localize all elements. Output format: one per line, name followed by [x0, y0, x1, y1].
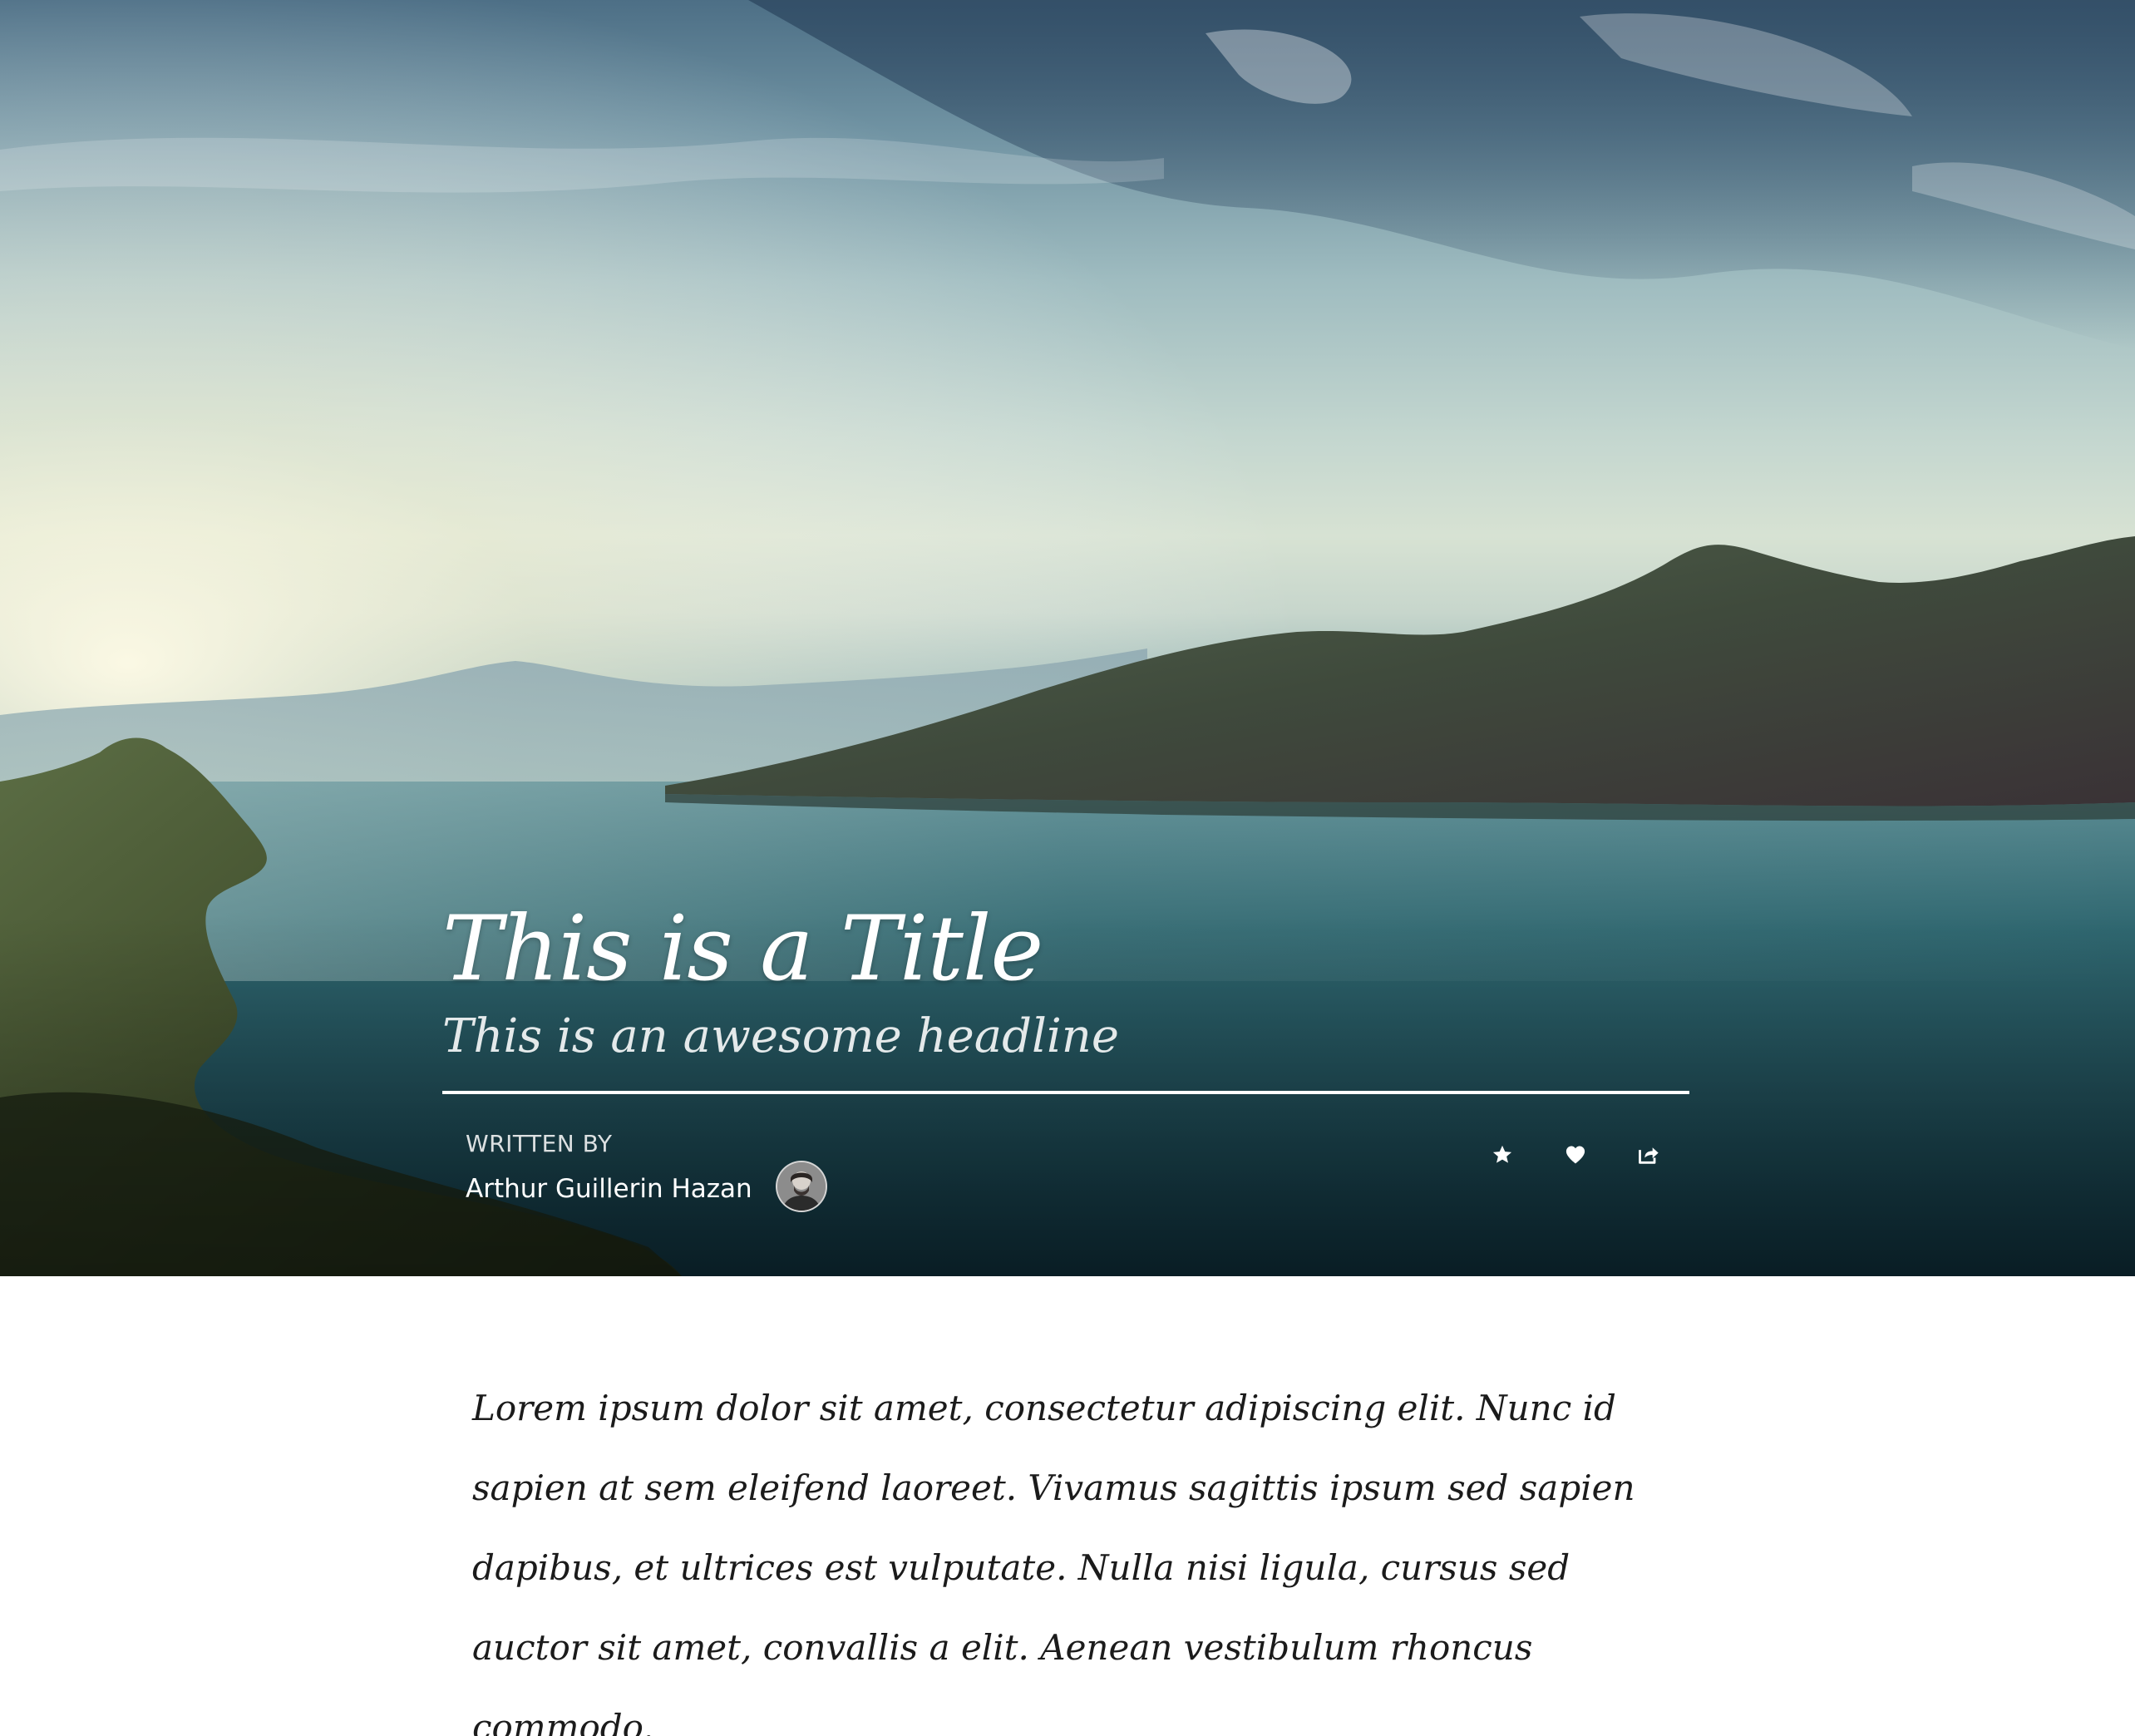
- page-subtitle: This is an awesome headline: [442, 1009, 1119, 1063]
- author-line: Arthur Guillerin Hazan: [466, 1161, 827, 1212]
- author-name[interactable]: Arthur Guillerin Hazan: [466, 1172, 752, 1206]
- avatar-image: [777, 1162, 826, 1211]
- hero-content: This is a Title This is an awesome headl…: [442, 898, 1689, 1221]
- title-divider: [442, 1091, 1689, 1094]
- author-avatar[interactable]: [775, 1161, 827, 1212]
- page: This is a Title This is an awesome headl…: [0, 0, 2135, 1736]
- hero-section: This is a Title This is an awesome headl…: [0, 0, 2135, 1276]
- author-block: WRITTEN BY Arthur Guillerin Hazan: [466, 1129, 827, 1212]
- share-button[interactable]: [1635, 1141, 1663, 1169]
- page-title: This is a Title: [442, 897, 1043, 1001]
- heart-icon: [1566, 1146, 1585, 1164]
- article-body: Lorem ipsum dolor sit amet, consectetur …: [472, 1369, 1653, 1736]
- article-paragraph: Lorem ipsum dolor sit amet, consectetur …: [472, 1388, 1635, 1736]
- star-icon: [1492, 1145, 1512, 1163]
- article-actions: [1488, 1141, 1663, 1169]
- favorite-button[interactable]: [1488, 1141, 1516, 1169]
- share-icon: [1639, 1147, 1659, 1164]
- like-button[interactable]: [1561, 1141, 1590, 1169]
- meta-row: WRITTEN BY Arthur Guillerin Hazan: [442, 1129, 1689, 1221]
- written-by-label: WRITTEN BY: [466, 1130, 613, 1157]
